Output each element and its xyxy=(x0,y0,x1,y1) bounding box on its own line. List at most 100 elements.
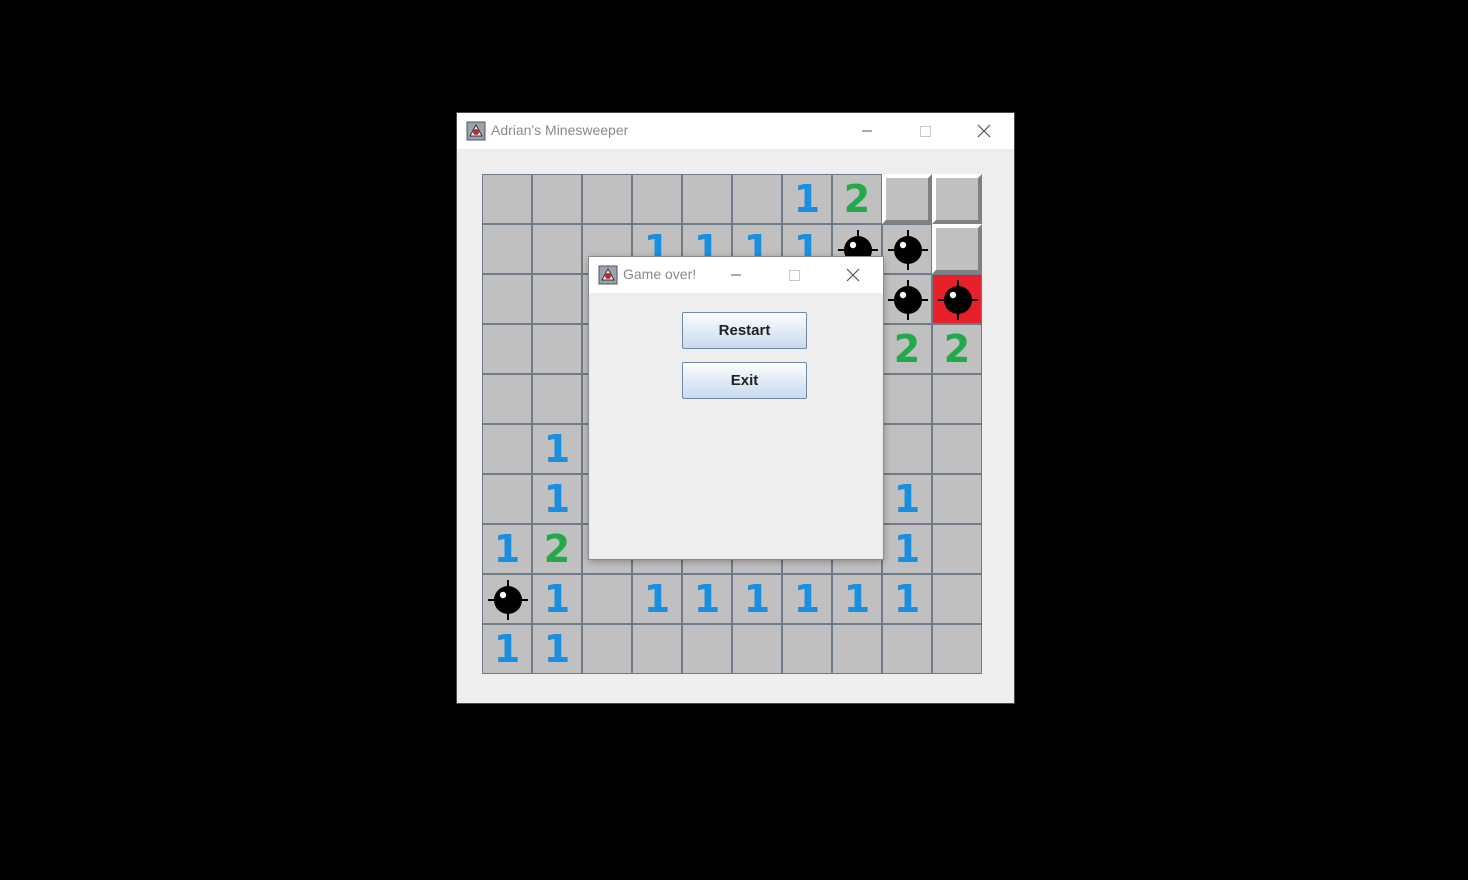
cell-number: 1 xyxy=(643,577,671,621)
empty-cell[interactable] xyxy=(532,374,582,424)
covered-cell[interactable] xyxy=(932,224,982,274)
covered-cell[interactable] xyxy=(882,174,932,224)
empty-cell[interactable] xyxy=(482,174,532,224)
empty-cell[interactable] xyxy=(932,474,982,524)
cell-number: 1 xyxy=(793,577,821,621)
empty-cell[interactable] xyxy=(482,324,532,374)
cell-number: 1 xyxy=(693,577,721,621)
empty-cell[interactable] xyxy=(882,374,932,424)
number-cell[interactable]: 2 xyxy=(532,524,582,574)
cell-number: 1 xyxy=(493,627,521,671)
number-cell[interactable]: 2 xyxy=(932,324,982,374)
empty-cell[interactable] xyxy=(532,324,582,374)
close-button[interactable] xyxy=(961,113,1007,149)
covered-cell[interactable] xyxy=(932,174,982,224)
empty-cell[interactable] xyxy=(482,474,532,524)
empty-cell[interactable] xyxy=(582,574,632,624)
empty-cell[interactable] xyxy=(932,424,982,474)
empty-cell[interactable] xyxy=(532,174,582,224)
cell-number: 1 xyxy=(543,577,571,621)
number-cell[interactable]: 1 xyxy=(882,474,932,524)
cell-number: 2 xyxy=(543,527,571,571)
number-cell[interactable]: 1 xyxy=(882,574,932,624)
restart-button[interactable]: Restart xyxy=(682,312,807,349)
dialog-minimize-button[interactable] xyxy=(713,257,759,293)
cell-number: 1 xyxy=(543,477,571,521)
empty-cell[interactable] xyxy=(532,224,582,274)
empty-cell[interactable] xyxy=(732,174,782,224)
window-title: Adrian's Minesweeper xyxy=(491,122,629,138)
mine-cell[interactable] xyxy=(482,574,532,624)
game-over-dialog: Game over! Restart Exit xyxy=(589,257,883,559)
empty-cell[interactable] xyxy=(832,624,882,674)
cell-number: 1 xyxy=(893,527,921,571)
empty-cell[interactable] xyxy=(582,624,632,674)
number-cell[interactable]: 2 xyxy=(882,324,932,374)
number-cell[interactable]: 1 xyxy=(782,174,832,224)
mine-cell[interactable] xyxy=(882,274,932,324)
minimize-button[interactable] xyxy=(844,113,890,149)
cell-number: 1 xyxy=(843,577,871,621)
number-cell[interactable]: 1 xyxy=(532,624,582,674)
dialog-title: Game over! xyxy=(623,266,697,282)
cell-number: 2 xyxy=(893,327,921,371)
cell-number: 1 xyxy=(493,527,521,571)
number-cell[interactable]: 1 xyxy=(732,574,782,624)
mine-cell[interactable] xyxy=(882,224,932,274)
number-cell[interactable]: 1 xyxy=(632,574,682,624)
mine-icon xyxy=(888,230,928,270)
empty-cell[interactable] xyxy=(532,274,582,324)
number-cell[interactable]: 1 xyxy=(832,574,882,624)
minimize-icon xyxy=(862,130,872,132)
empty-cell[interactable] xyxy=(882,624,932,674)
empty-cell[interactable] xyxy=(482,224,532,274)
empty-cell[interactable] xyxy=(482,424,532,474)
maximize-icon xyxy=(789,270,800,281)
dialog-maximize-button[interactable] xyxy=(771,257,817,293)
mine-icon xyxy=(888,280,928,320)
number-cell[interactable]: 1 xyxy=(782,574,832,624)
empty-cell[interactable] xyxy=(482,374,532,424)
empty-cell[interactable] xyxy=(932,574,982,624)
dialog-titlebar[interactable]: Game over! xyxy=(589,257,883,293)
empty-cell[interactable] xyxy=(682,174,732,224)
java-app-icon xyxy=(466,121,486,141)
number-cell[interactable]: 1 xyxy=(532,574,582,624)
empty-cell[interactable] xyxy=(582,174,632,224)
cell-number: 2 xyxy=(943,327,971,371)
number-cell[interactable]: 1 xyxy=(682,574,732,624)
window-titlebar[interactable]: Adrian's Minesweeper xyxy=(457,113,1014,149)
cell-number: 1 xyxy=(543,627,571,671)
empty-cell[interactable] xyxy=(482,274,532,324)
number-cell[interactable]: 1 xyxy=(482,624,532,674)
cell-number: 1 xyxy=(893,477,921,521)
empty-cell[interactable] xyxy=(732,624,782,674)
empty-cell[interactable] xyxy=(632,174,682,224)
close-icon xyxy=(846,268,860,282)
number-cell[interactable]: 1 xyxy=(482,524,532,574)
number-cell[interactable]: 1 xyxy=(532,424,582,474)
cell-number: 1 xyxy=(743,577,771,621)
number-cell[interactable]: 1 xyxy=(532,474,582,524)
number-cell[interactable]: 2 xyxy=(832,174,882,224)
exit-button[interactable]: Exit xyxy=(682,362,807,399)
empty-cell[interactable] xyxy=(682,624,732,674)
cell-number: 1 xyxy=(893,577,921,621)
empty-cell[interactable] xyxy=(782,624,832,674)
maximize-button[interactable] xyxy=(902,113,948,149)
cell-number: 1 xyxy=(543,427,571,471)
empty-cell[interactable] xyxy=(882,424,932,474)
exploded-mine-cell[interactable] xyxy=(932,274,982,324)
java-app-icon xyxy=(598,265,618,285)
minimize-icon xyxy=(731,274,741,276)
cell-number: 2 xyxy=(843,177,871,221)
empty-cell[interactable] xyxy=(932,524,982,574)
close-icon xyxy=(977,124,991,138)
empty-cell[interactable] xyxy=(632,624,682,674)
number-cell[interactable]: 1 xyxy=(882,524,932,574)
dialog-close-button[interactable] xyxy=(830,257,876,293)
cell-number: 1 xyxy=(793,177,821,221)
empty-cell[interactable] xyxy=(932,624,982,674)
mine-icon xyxy=(938,280,978,320)
empty-cell[interactable] xyxy=(932,374,982,424)
